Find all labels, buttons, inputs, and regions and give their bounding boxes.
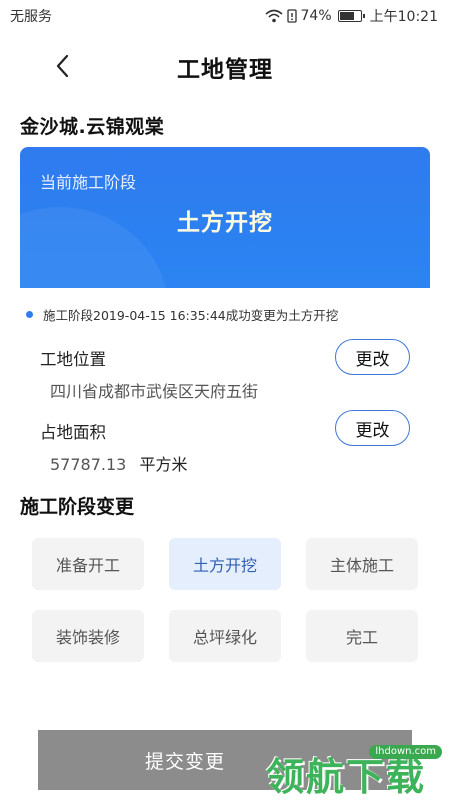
carrier-text: 无服务 <box>10 9 52 25</box>
page-title: 工地管理 <box>177 57 273 83</box>
stage-option[interactable]: 主体施工 <box>306 538 418 590</box>
stage-option[interactable]: 总坪绿化 <box>169 610 281 662</box>
location-value: 四川省成都市武侯区天府五街 <box>50 382 259 401</box>
current-stage-label: 当前施工阶段 <box>40 173 137 192</box>
stage-option[interactable]: 准备开工 <box>32 538 144 590</box>
stage-change-title: 施工阶段变更 <box>20 496 135 518</box>
wifi-icon <box>264 9 283 23</box>
status-indicators: 74% 上午10:21 <box>264 6 438 26</box>
site-name: 金沙城.云锦观棠 <box>20 116 165 138</box>
battery-fill <box>339 12 354 20</box>
current-stage-value: 土方开挖 <box>177 210 273 236</box>
stage-change-log: 施工阶段2019-04-15 16:35:44成功变更为土方开挖 <box>26 305 338 324</box>
header: 工地管理 <box>0 36 450 96</box>
location-label: 工地位置 <box>40 350 106 369</box>
area-value: 57787.13 <box>50 455 127 474</box>
area-unit: 平方米 <box>139 455 188 474</box>
battery-percent: 74% <box>300 8 332 24</box>
area-label: 占地面积 <box>40 423 106 442</box>
stage-option[interactable]: 土方开挖 <box>169 538 281 590</box>
battery-icon <box>337 10 365 22</box>
log-text: 施工阶段2019-04-15 16:35:44成功变更为土方开挖 <box>43 308 339 323</box>
stage-option[interactable]: 装饰装修 <box>32 610 144 662</box>
stage-option[interactable]: 完工 <box>306 610 418 662</box>
area-value-row: 57787.13 平方米 <box>50 451 187 475</box>
status-bar: 无服务 74% 上午10:21 <box>0 0 450 32</box>
log-dot-icon <box>26 311 33 318</box>
stage-options: 准备开工 土方开挖 主体施工 装饰装修 总坪绿化 完工 <box>32 538 418 662</box>
change-area-button[interactable]: 更改 <box>335 410 410 446</box>
watermark-logo: 领航下载 lhdown.com <box>266 740 450 800</box>
sim-alert-icon <box>286 9 297 23</box>
current-stage-card: 当前施工阶段 土方开挖 <box>20 147 430 288</box>
watermark-domain: lhdown.com <box>369 745 442 759</box>
change-location-button[interactable]: 更改 <box>335 339 410 375</box>
submit-label: 提交变更 <box>144 750 225 773</box>
clock: 上午10:21 <box>369 9 438 25</box>
